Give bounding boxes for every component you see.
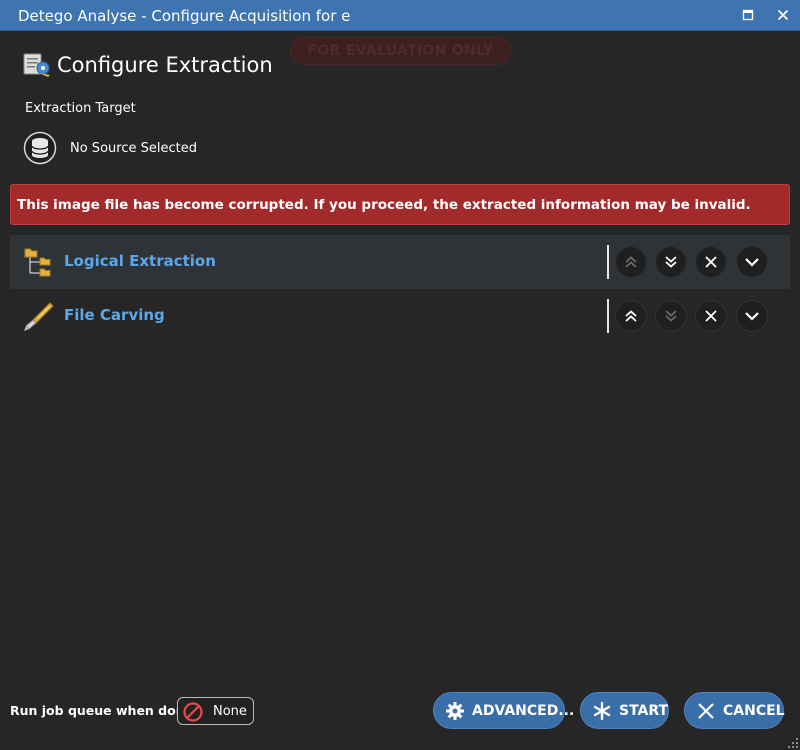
step-name[interactable]: Logical Extraction [64,252,216,270]
start-button[interactable]: START [580,692,669,729]
error-message: This image file has become corrupted. If… [17,197,751,213]
close-icon [705,256,717,268]
double-chevron-down-icon [665,310,677,322]
gear-icon [446,702,464,720]
advanced-button[interactable]: ADVANCED... [433,692,574,729]
error-banner: This image file has become corrupted. If… [10,184,790,225]
step-row-file-carving[interactable]: File Carving [10,289,790,343]
no-entry-icon [183,702,203,722]
cancel-button[interactable]: CANCEL [684,692,785,729]
page-title: Configure Extraction [57,53,273,77]
database-icon[interactable] [23,131,57,165]
chevron-down-icon [745,312,759,321]
job-queue-value: None [213,704,247,719]
remove-step-button[interactable] [695,300,727,332]
run-job-queue-label: Run job queue when done: [10,703,199,718]
remove-step-button[interactable] [695,246,727,278]
move-top-button[interactable] [615,246,647,278]
job-queue-select[interactable]: None [177,697,254,725]
maximize-button[interactable] [735,4,761,26]
cancel-label: CANCEL [723,703,785,719]
advanced-label: ADVANCED... [472,703,575,719]
close-window-button[interactable] [770,4,796,26]
title-bar: Detego Analyse - Configure Acquisition f… [0,0,800,31]
window-title: Detego Analyse - Configure Acquisition f… [18,7,351,25]
extraction-target-label: Extraction Target [25,101,136,116]
step-row-logical-extraction[interactable]: Logical Extraction [10,235,790,289]
close-icon [705,310,717,322]
double-chevron-up-icon [625,310,637,322]
folder-tree-icon [23,246,55,278]
double-chevron-down-icon [665,256,677,268]
expand-step-button[interactable] [736,300,768,332]
move-top-button[interactable] [615,300,647,332]
move-bottom-button[interactable] [655,300,687,332]
close-icon [777,9,789,21]
close-icon [698,703,714,719]
evaluation-watermark: FOR EVALUATION ONLY [290,37,511,65]
start-label: START [619,703,669,719]
divider [607,299,609,333]
resize-grip-icon[interactable] [788,738,798,748]
double-chevron-up-icon [625,256,637,268]
source-value: No Source Selected [70,141,197,156]
maximize-icon [742,9,754,21]
expand-step-button[interactable] [736,246,768,278]
chevron-down-icon [745,258,759,267]
knife-icon [23,300,55,332]
divider [607,245,609,279]
move-bottom-button[interactable] [655,246,687,278]
asterisk-icon [593,701,611,721]
configure-icon [22,50,52,80]
step-name[interactable]: File Carving [64,306,165,324]
